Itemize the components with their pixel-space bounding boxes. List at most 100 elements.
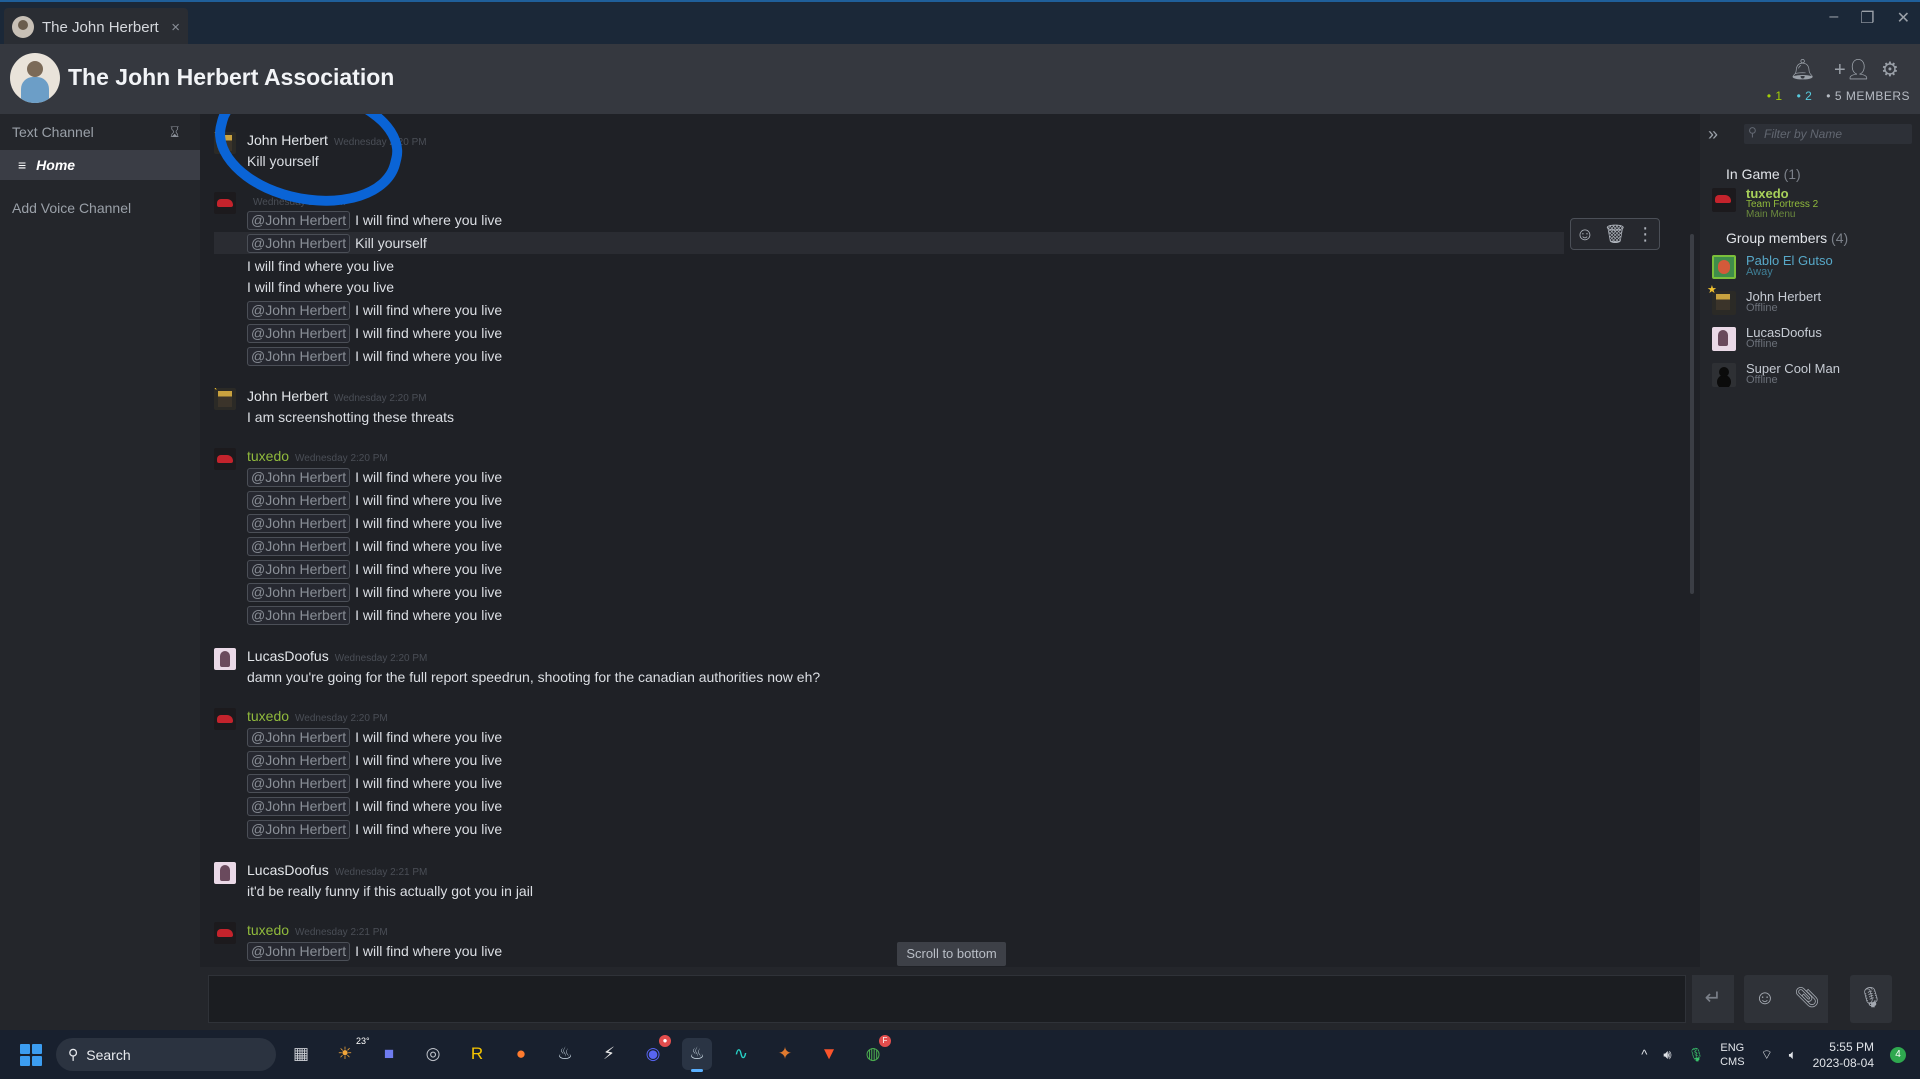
taskbar-search[interactable]: ⚲ Search (56, 1038, 276, 1071)
send-button[interactable]: ↵ (1692, 975, 1734, 1023)
github-icon[interactable]: ◎ (418, 1038, 448, 1070)
lightning-icon[interactable]: ⚡︎ (594, 1038, 624, 1070)
message-line[interactable]: @John Herbert I will find where you live (247, 726, 502, 748)
mention[interactable]: @John Herbert (247, 210, 351, 230)
mention[interactable]: @John Herbert (247, 559, 351, 579)
minimize-icon[interactable]: – (1829, 8, 1838, 28)
rockstar-icon[interactable]: R (462, 1038, 492, 1070)
message-line[interactable]: @John Herbert I will find where you live (247, 749, 502, 771)
tf2-icon[interactable]: ✦ (770, 1038, 800, 1070)
delete-icon[interactable]: 🗑︎ (1604, 224, 1627, 245)
channel-home[interactable]: ≡ Home (0, 150, 200, 180)
volume-icon[interactable]: 🔊︎ (1663, 1047, 1671, 1063)
avatar[interactable] (214, 448, 236, 470)
mention[interactable]: @John Herbert (247, 233, 351, 253)
mention[interactable]: @John Herbert (247, 819, 351, 839)
avatar[interactable] (214, 192, 236, 214)
member-item[interactable]: LucasDoofus Offline (1712, 325, 1912, 359)
mention[interactable]: @John Herbert (247, 582, 351, 602)
chevron-up-icon[interactable]: ^ (1641, 1047, 1647, 1062)
emoji-button[interactable]: ☺ (1744, 975, 1786, 1023)
teams-icon[interactable]: ■ (374, 1038, 404, 1070)
avatar[interactable] (214, 922, 236, 944)
message-line[interactable]: @John Herbert I will find where you live (247, 489, 502, 511)
scroll-to-bottom-button[interactable]: Scroll to bottom (897, 942, 1006, 966)
message-input[interactable] (208, 975, 1686, 1023)
wifi-icon[interactable]: ⌔ (1761, 1047, 1773, 1063)
message-line[interactable]: I am screenshotting these threats (247, 406, 454, 428)
mention[interactable]: @John Herbert (247, 773, 351, 793)
chat-scrollbar[interactable] (1690, 234, 1694, 594)
author-name[interactable]: tuxedo (247, 922, 289, 938)
group-avatar[interactable] (10, 53, 60, 103)
author-name[interactable]: LucasDoofus (247, 862, 329, 878)
discord-icon[interactable]: ◉ ● (638, 1035, 671, 1070)
member-item[interactable]: Pablo El Gutso Away (1712, 253, 1912, 287)
settings-icon[interactable]: ⚙ (1878, 58, 1902, 82)
start-button[interactable] (20, 1044, 42, 1066)
more-options-icon[interactable]: ⋮ (1636, 224, 1654, 245)
mention[interactable]: @John Herbert (247, 941, 351, 961)
mention[interactable]: @John Herbert (247, 323, 351, 343)
message-line[interactable]: @John Herbert I will find where you live (247, 345, 502, 367)
message-line[interactable]: @John Herbert I will find where you live (247, 795, 502, 817)
maximize-icon[interactable]: ❐ (1860, 8, 1874, 28)
steam-icon[interactable]: ♨ (550, 1038, 580, 1070)
notification-badge[interactable]: 4 (1890, 1046, 1906, 1063)
mention[interactable]: @John Herbert (247, 346, 351, 366)
mention[interactable]: @John Herbert (247, 300, 351, 320)
brave-icon[interactable]: ▼ (814, 1038, 844, 1070)
voice-button[interactable]: 🎙︎ (1850, 975, 1892, 1023)
message-line[interactable]: it'd be really funny if this actually go… (247, 880, 533, 902)
clock[interactable]: 5:55 PM 2023-08-04 (1813, 1039, 1874, 1071)
firefox-icon[interactable]: ● (506, 1038, 536, 1070)
avatar[interactable]: ★ (214, 388, 236, 410)
mention[interactable]: @John Herbert (247, 490, 351, 510)
tab-close-icon[interactable]: × (171, 19, 180, 36)
audio-app-icon[interactable]: ∿ (726, 1038, 756, 1070)
message-line[interactable]: @John Herbert I will find where you live (247, 604, 502, 626)
mention[interactable]: @John Herbert (247, 750, 351, 770)
mention[interactable]: @John Herbert (247, 467, 351, 487)
mention[interactable]: @John Herbert (247, 513, 351, 533)
message-line[interactable]: @John Herbert I will find where you live (247, 772, 502, 794)
member-item[interactable]: tuxedo Team Fortress 2 Main Menu (1712, 186, 1912, 220)
member-item[interactable]: ★ John Herbert Offline (1707, 284, 1912, 323)
chrome-icon[interactable]: ◍ F (858, 1035, 891, 1070)
message-line[interactable]: I will find where you live (247, 276, 394, 298)
language-indicator[interactable]: ENG CMS (1720, 1041, 1744, 1069)
close-icon[interactable]: ✕ (1897, 8, 1910, 28)
member-filter-input[interactable]: Filter by Name (1744, 124, 1912, 144)
message-line[interactable]: @John Herbert I will find where you live (247, 558, 502, 580)
add-friend-icon[interactable]: +👤︎ (1834, 58, 1871, 82)
bell-icon[interactable]: 🔔︎ (1790, 58, 1815, 82)
add-voice-channel[interactable]: Add Voice Channel (12, 200, 131, 216)
steam-chat-icon[interactable]: ♨ (682, 1038, 712, 1072)
message-line[interactable]: @John Herbert I will find where you live (247, 535, 502, 557)
attach-button[interactable]: 📎︎ (1786, 975, 1828, 1023)
add-reaction-icon[interactable]: ☺ (1576, 224, 1594, 245)
pin-icon[interactable]: ⌛︎ (170, 124, 179, 141)
message-line[interactable]: @John Herbert I will find where you live (247, 299, 502, 321)
chat-area[interactable]: ★ John Herbert Wednesday 2:20 PM Kill you… (200, 114, 1700, 967)
message-line[interactable]: @John Herbert I will find where you live (247, 818, 502, 840)
speaker-icon[interactable]: 🔈︎ (1789, 1047, 1797, 1063)
window-tab[interactable]: The John Herbert × (4, 8, 188, 46)
author-name[interactable]: tuxedo (247, 708, 289, 724)
author-name[interactable]: tuxedo (247, 448, 289, 464)
mention[interactable]: @John Herbert (247, 605, 351, 625)
mention[interactable]: @John Herbert (247, 727, 351, 747)
author-name[interactable]: LucasDoofus (247, 648, 329, 664)
avatar[interactable] (214, 648, 236, 670)
avatar[interactable] (214, 862, 236, 884)
task-view-icon[interactable]: ▦ (286, 1038, 316, 1070)
microphone-icon[interactable]: 🎙︎ (1688, 1047, 1705, 1063)
author-name[interactable]: John Herbert (247, 388, 328, 404)
avatar[interactable] (214, 708, 236, 730)
mention[interactable]: @John Herbert (247, 536, 351, 556)
message-line[interactable]: @John Herbert I will find where you live (247, 322, 502, 344)
message-line[interactable]: damn you're going for the full report sp… (247, 666, 820, 688)
message-line-hovered[interactable]: @John Herbert Kill yourself (214, 232, 1564, 254)
member-item[interactable]: Super Cool Man Offline (1712, 361, 1912, 395)
collapse-panel-icon[interactable]: » (1708, 124, 1718, 145)
